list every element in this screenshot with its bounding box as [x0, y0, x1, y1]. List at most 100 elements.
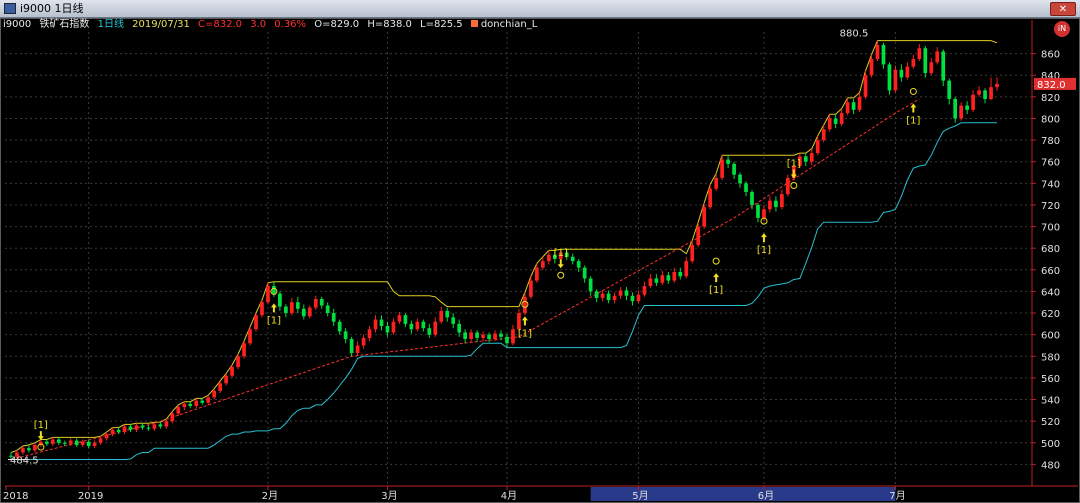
candle-body — [313, 298, 318, 308]
candle-body — [863, 75, 868, 97]
signal-label: [1] — [518, 328, 532, 339]
candle-body — [923, 48, 928, 74]
y-tick-label: 640 — [1041, 287, 1060, 298]
candle-body — [618, 290, 623, 296]
candle-body — [379, 319, 384, 327]
candle-body — [92, 442, 97, 447]
candle-body — [726, 159, 730, 164]
symbol-code: i9000 — [3, 19, 32, 30]
signal-arrow — [713, 273, 720, 283]
candle-body — [780, 194, 784, 208]
price-change: 3.0 — [250, 19, 267, 30]
candle-body — [971, 94, 975, 110]
candle-body — [594, 291, 599, 298]
candlestick-chart[interactable]: 480 500 520 540 560 580 600 620 640 660 680 700 720 7… — [0, 0, 1080, 503]
candle-body — [672, 271, 677, 281]
y-tick-label: 540 — [1041, 396, 1060, 407]
candle-body — [248, 329, 252, 344]
price-change-percent: 0.36% — [274, 19, 307, 30]
candle-body — [307, 307, 312, 317]
candle-body — [768, 200, 772, 210]
candle-body — [158, 424, 163, 427]
signal-arrow — [557, 259, 564, 269]
candle-body — [319, 298, 324, 306]
candle-body — [331, 313, 336, 322]
x-tick-label: 2月 — [262, 490, 278, 502]
candle-body — [176, 407, 181, 414]
period-label[interactable]: 1日线 — [98, 19, 124, 30]
candle-body — [833, 118, 838, 124]
candle-body — [989, 87, 993, 100]
candle-body — [21, 448, 25, 453]
candle-body — [953, 99, 958, 119]
low-annotation: 484.5 — [10, 456, 39, 467]
candle-body — [582, 267, 587, 279]
candle-body — [654, 278, 659, 283]
candle-body — [666, 275, 671, 281]
candle-body — [469, 332, 473, 339]
y-tick-label: 580 — [1041, 352, 1060, 363]
candle-body — [266, 286, 270, 303]
candle-body — [272, 286, 276, 294]
y-tick-label: 600 — [1041, 331, 1060, 342]
signal-label: [1] — [906, 115, 920, 126]
candle-body — [200, 400, 205, 403]
x-tick-label: 4月 — [501, 490, 517, 502]
signal-arrow — [270, 303, 277, 313]
candle-body — [98, 438, 103, 443]
candle-body — [851, 102, 856, 110]
candle-body — [445, 310, 450, 318]
candle-body — [44, 441, 49, 444]
candle-body — [254, 315, 258, 330]
candle-body — [786, 177, 790, 195]
instrument-name: 铁矿石指数 — [39, 19, 90, 30]
candle-body — [170, 413, 175, 422]
bar-date: 2019/07/31 — [132, 19, 190, 30]
signal-label: [1] — [554, 248, 568, 259]
candle-body — [278, 293, 282, 307]
candle-body — [284, 306, 288, 314]
candle-body — [839, 113, 844, 124]
candle-body — [86, 441, 91, 447]
candle-body — [146, 427, 151, 429]
indicator-toggle-button[interactable]: iN — [1054, 21, 1070, 37]
y-tick-label: 480 — [1041, 460, 1060, 471]
candle-body — [959, 105, 964, 119]
signal-label: [1] — [787, 158, 801, 169]
candle-body — [821, 129, 826, 141]
signal-arrow — [910, 103, 917, 113]
candle-body — [27, 448, 31, 451]
candle-body — [236, 356, 240, 368]
candle-body — [929, 62, 934, 74]
candle-body — [648, 278, 653, 287]
candle-body — [738, 174, 742, 184]
y-tick-label: 820 — [1041, 93, 1060, 104]
candle-body — [881, 44, 886, 65]
candle-body — [56, 439, 61, 443]
candle-body — [74, 440, 79, 445]
candle-body — [230, 367, 234, 376]
candle-body — [893, 69, 898, 91]
candle-body — [260, 302, 264, 316]
y-tick-label: 800 — [1041, 114, 1060, 125]
candle-body — [809, 153, 814, 162]
candle-body — [361, 337, 366, 346]
candle-body — [684, 261, 689, 277]
indicator-color-icon — [470, 20, 478, 27]
candle-body — [439, 310, 444, 322]
candle-body — [917, 48, 922, 60]
y-tick-label: 520 — [1041, 417, 1060, 428]
signal-dot — [790, 181, 798, 189]
indicator-name[interactable]: donchian_L — [481, 19, 537, 30]
candle-body — [493, 333, 497, 339]
candle-body — [373, 319, 378, 330]
candle-body — [122, 426, 127, 432]
candle-body — [756, 204, 760, 218]
candle-body — [857, 96, 862, 110]
candle-body — [128, 426, 133, 430]
high-annotation: 880.5 — [840, 28, 869, 39]
candle-body — [134, 425, 139, 430]
x-tick-label: 3月 — [381, 490, 397, 502]
x-tick-label: 7月 — [889, 490, 905, 502]
candle-body — [642, 286, 647, 295]
